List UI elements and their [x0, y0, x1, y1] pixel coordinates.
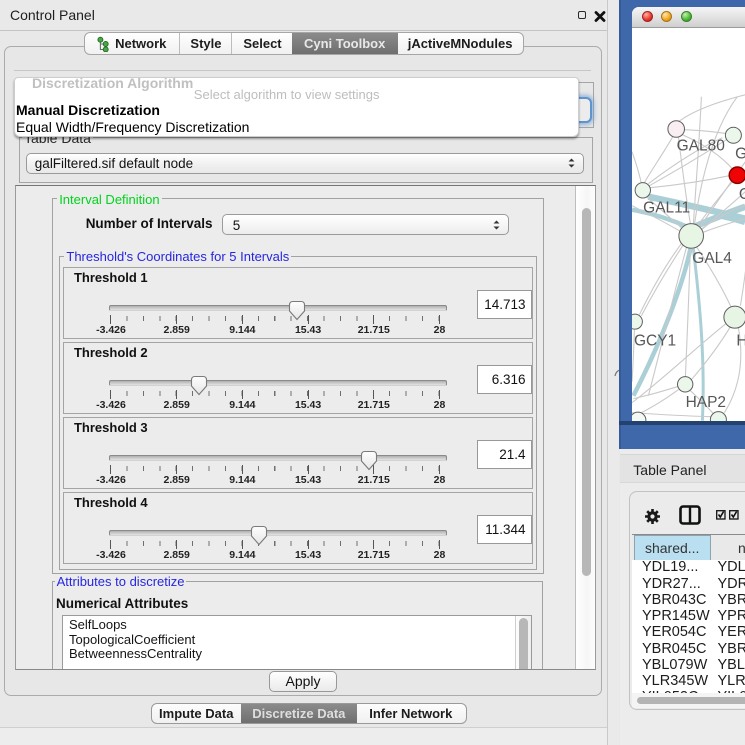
- svg-text:GAL80: GAL80: [676, 138, 724, 155]
- svg-text:H: H: [736, 333, 745, 350]
- svg-text:GA: GA: [735, 146, 745, 163]
- svg-text:GCY1: GCY1: [634, 333, 676, 350]
- svg-text:GAL4: GAL4: [692, 250, 732, 267]
- svg-text:GAL11: GAL11: [643, 200, 690, 217]
- svg-text:HAP2: HAP2: [685, 394, 725, 411]
- svg-text:C: C: [738, 186, 744, 203]
